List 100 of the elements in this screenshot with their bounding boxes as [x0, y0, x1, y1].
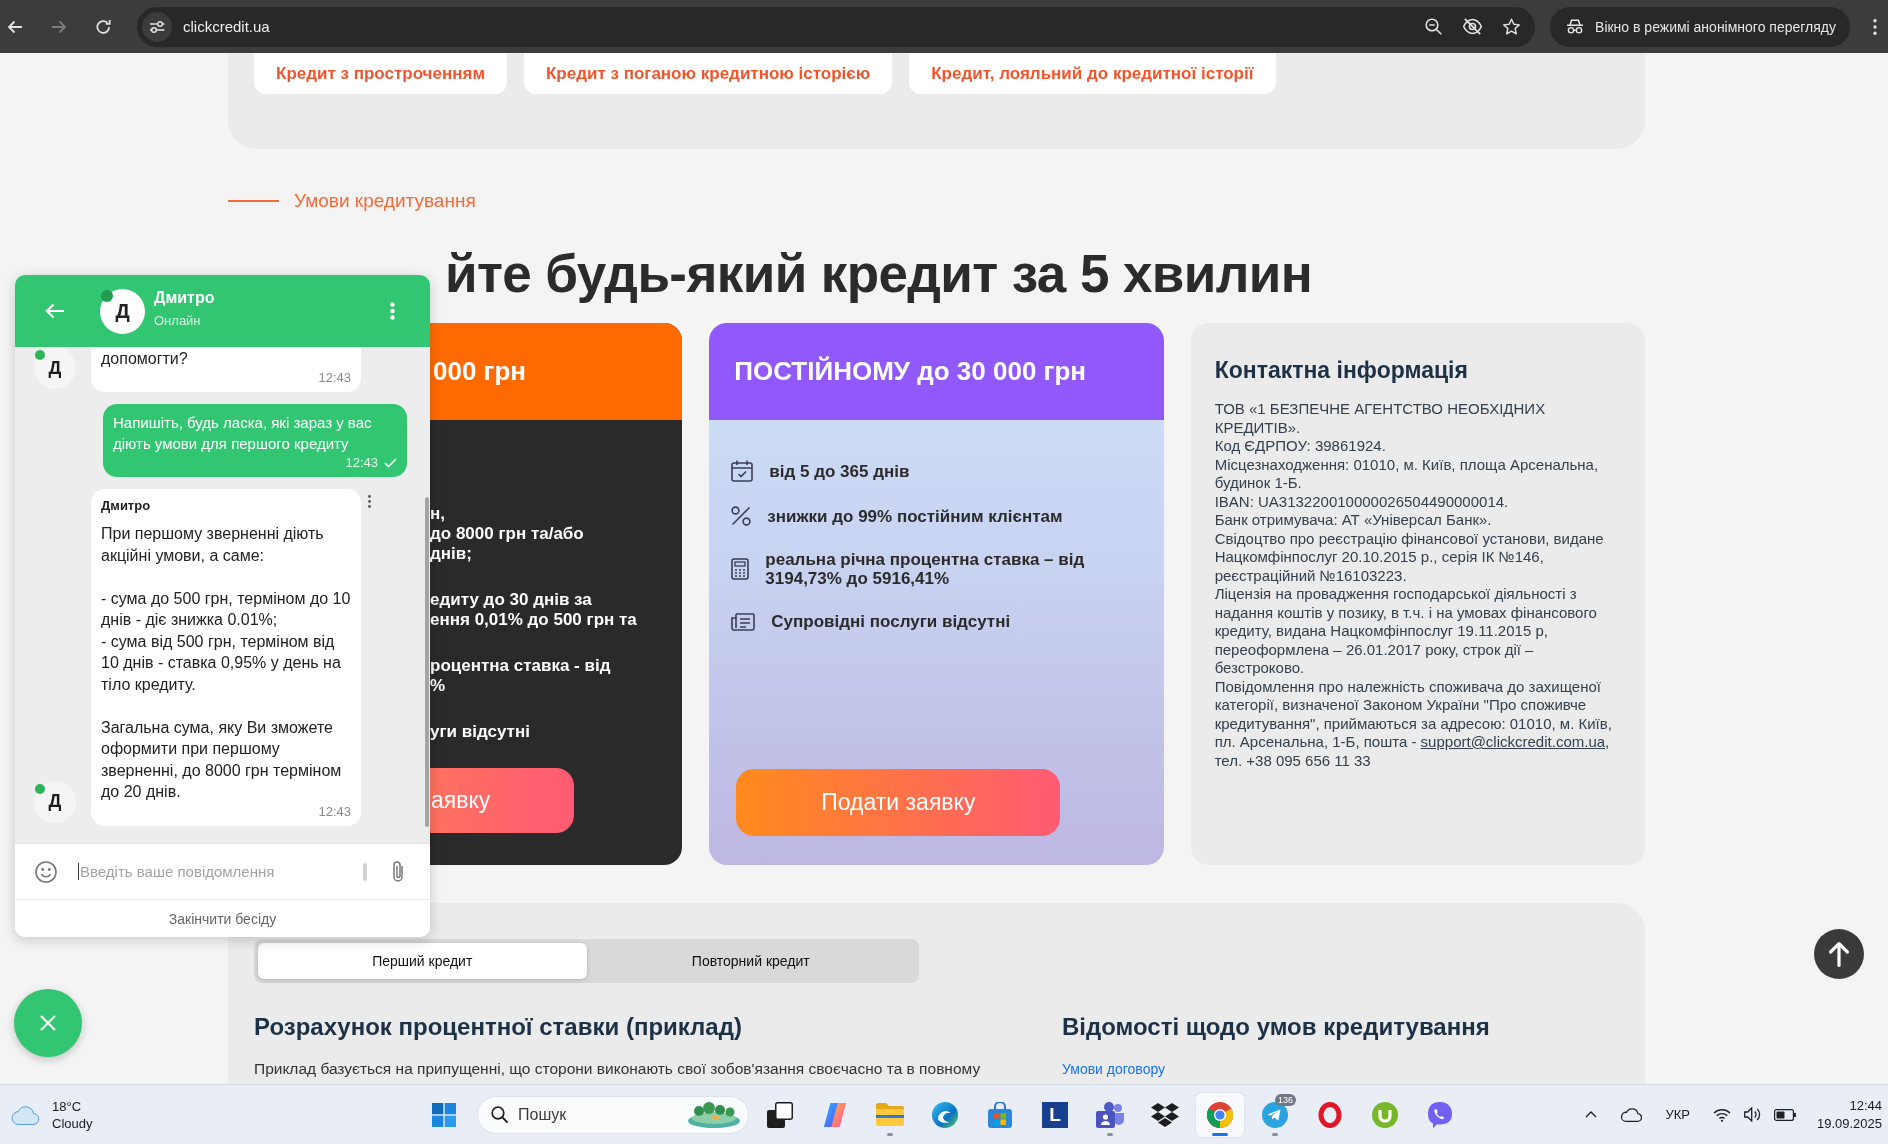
taskbar-app-button[interactable]: L	[1031, 1092, 1079, 1137]
newspaper-icon	[731, 612, 756, 631]
zoom-out-icon[interactable]	[1425, 18, 1443, 35]
taskbar-app-button[interactable]: 136	[1251, 1092, 1299, 1137]
star-icon[interactable]	[1503, 18, 1521, 35]
message-time: 12:43	[317, 369, 351, 387]
contact-text: Код ЄДРПОУ: 39861924.	[1214, 437, 1387, 456]
condition-text: едиту до 30 днів за	[430, 590, 593, 610]
reload-icon	[95, 19, 111, 34]
calendar-check-icon	[731, 460, 754, 482]
four-squares-icon	[432, 1102, 456, 1127]
condition-text: роцентна ставка - від	[430, 656, 612, 676]
chevron-up-icon[interactable]	[1585, 1111, 1598, 1118]
message-time: 12:43	[345, 454, 378, 472]
incognito-button[interactable]: Вікно в режимі анонімного перегляду	[1550, 6, 1850, 47]
site-info-button[interactable]	[142, 11, 172, 42]
condition-text: від 5 до 365 днів	[769, 461, 911, 481]
back-arrow-icon	[7, 19, 23, 34]
percent-icon	[731, 506, 752, 526]
example-text: Приклад базується на припущенні, що сторони виконають свої зобов'язання своєчасно та в повному	[254, 1059, 982, 1079]
section-title: Розрахунок процентної ставки (приклад)	[254, 1012, 743, 1042]
tab[interactable]: Повторний кредит	[586, 943, 915, 979]
close-icon	[40, 1015, 56, 1031]
condition-text: реальна річна процентна ставка – від 3194,73% до 5916,41%	[765, 550, 1086, 588]
url-text: clickcredit.ua	[183, 18, 270, 35]
diamonds-icon	[1151, 1102, 1179, 1127]
weather-condition[interactable]: Cloudy	[52, 1114, 93, 1132]
contact-text: IBAN: UA313220010000026504490000014.	[1214, 492, 1510, 511]
address-bar[interactable]: clickcredit.ua	[137, 6, 1536, 47]
condition-text: днів;	[430, 544, 473, 564]
message-text: При першому зверненні діють акційні умови, а саме: - сума до 500 грн, терміном до 10 днів - діє знижка 0.01%; - сума від 500 грн, терміном від 10 днів - ставка 0,95% у день на тіло кредиту. Загальна сума, яку Ви зможете оформити при першому зверненні, до 8000 грн терміном до 20 днів.	[101, 524, 351, 802]
speaker-icon[interactable]	[1743, 1107, 1761, 1122]
condition-text: уги відсутні	[430, 722, 531, 742]
clock-date[interactable]: 19.09.2025	[1816, 1114, 1882, 1133]
message-text: допомогти?	[101, 348, 189, 369]
phone-bubble-icon	[1428, 1101, 1452, 1128]
hat-glasses-icon	[1565, 19, 1586, 34]
u-shape-circle-icon	[1372, 1101, 1398, 1128]
sender-name: Дмитро	[101, 498, 152, 514]
segmented-circle-icon	[1207, 1101, 1233, 1128]
condition-text: ення 0,01% до 500 грн та	[430, 610, 638, 630]
card-title: ПОСТІЙНОМУ до 30 000 грн	[734, 356, 1086, 387]
contact-text: Банк отримувача: АТ «Універсал Банк».	[1214, 511, 1493, 530]
condition-text: до 8000 грн та/або	[430, 524, 585, 544]
contact-title: Контактна інформація	[1214, 356, 1469, 384]
wifi-icon[interactable]	[1712, 1107, 1731, 1122]
page-heading: йте будь-який кредит за 5 хвилин	[445, 245, 1313, 303]
clock-time[interactable]: 12:44	[1849, 1096, 1882, 1115]
contact-text: ТОВ «1 БЕЗПЕЧНЕ АГЕНТСТВО НЕОБХІДНИХ КРЕДИТІВ».	[1214, 400, 1547, 437]
back-arrow-icon	[45, 303, 65, 319]
avatar-initial: Д	[115, 299, 130, 323]
contact-text: Місцезнаходження: 01010, м. Київ, площа Арсенальна, будинок 1-Б.	[1214, 455, 1600, 493]
up-arrow-icon	[1828, 941, 1850, 967]
search-field[interactable]: Пошук	[477, 1095, 749, 1134]
contact-text: Ліцензія на провадження господарської діяльності з надання коштів у позику, в т.ч. і на умовах фінансового кредиту, видана Нацкомфінпослуг 19.11.2015 р, переоформлена – 26.01.2017 року, строк дії – безстроково.	[1214, 585, 1598, 678]
scrollbar-thumb[interactable]	[425, 497, 429, 827]
slanted-stripes-icon	[822, 1101, 848, 1128]
agent-status: Онлайн	[154, 312, 202, 329]
search-icon	[491, 1105, 508, 1123]
calculator-icon	[731, 558, 750, 580]
textarea-scrollbar	[363, 862, 367, 881]
condition-text: н,	[430, 504, 446, 524]
smiley-icon[interactable]	[35, 860, 57, 883]
section-label: Умови кредитування	[294, 190, 476, 212]
battery-icon[interactable]	[1773, 1108, 1796, 1121]
landscape-icon	[687, 1101, 741, 1128]
section-title: Відомості щодо умов кредитування	[1062, 1012, 1491, 1042]
stacked-squares-icon	[767, 1101, 793, 1128]
paperclip-icon[interactable]	[392, 859, 404, 884]
contact-text: Свідоцтво про реєстрацію фінансової установи, видане Нацкомфінпослуг 20.10.2015 р., серія ІК №146, реєстраційний №16103223.	[1214, 529, 1605, 585]
end-chat-button[interactable]: Закінчити бесіду	[168, 910, 277, 927]
card-title: 000 грн	[433, 356, 527, 387]
sliders-icon	[149, 19, 165, 34]
menu-dots-icon	[389, 302, 395, 320]
message-time: 12:43	[317, 802, 351, 821]
avatar-initial: Д	[48, 791, 62, 812]
language-indicator[interactable]: УКР	[1665, 1107, 1690, 1122]
notification-badge: 136	[1274, 1093, 1296, 1106]
cloud-icon[interactable]	[1620, 1107, 1643, 1122]
crescent-circle-icon	[932, 1101, 958, 1128]
people-icon	[1096, 1101, 1124, 1128]
condition-text: %	[430, 676, 447, 696]
condition-text: Супровідні послуги відсутні	[771, 612, 1012, 631]
avatar-initial: Д	[48, 357, 62, 379]
paper-plane-icon	[1262, 1101, 1288, 1128]
message-input[interactable]: Введіть ваше повідомлення	[78, 863, 353, 880]
contract-terms-link[interactable]: Умови договору	[1062, 1061, 1166, 1078]
contact-text: Повідомлення про належність споживача до захищеної категорії, визначеної Законом України "Про споживче кредитування", приймаються за адресою: 01010, м. Київ, пл. Арсенальна, 1-Б, пошта - support@clickcredit.com.ua, тел. +38 095 656 11 33	[1214, 677, 1613, 770]
folder-icon	[876, 1103, 904, 1126]
agent-name: Дмитро	[154, 287, 215, 308]
eye-slash-icon[interactable]	[1463, 18, 1483, 35]
tab[interactable]: Перший кредит	[258, 943, 587, 979]
temperature-text[interactable]: 18°C	[52, 1097, 93, 1115]
shopping-bag-icon	[988, 1101, 1012, 1128]
forward-arrow-icon	[51, 19, 67, 34]
more-icon[interactable]	[368, 495, 371, 508]
menu-dots-icon	[1873, 18, 1877, 35]
message-text: Напишіть, будь ласка, які зараз у вас діють умови для першого кредиту	[113, 413, 373, 454]
condition-text: знижки до 99% постійним клієнтам	[767, 506, 1064, 526]
accent-line	[228, 200, 279, 202]
